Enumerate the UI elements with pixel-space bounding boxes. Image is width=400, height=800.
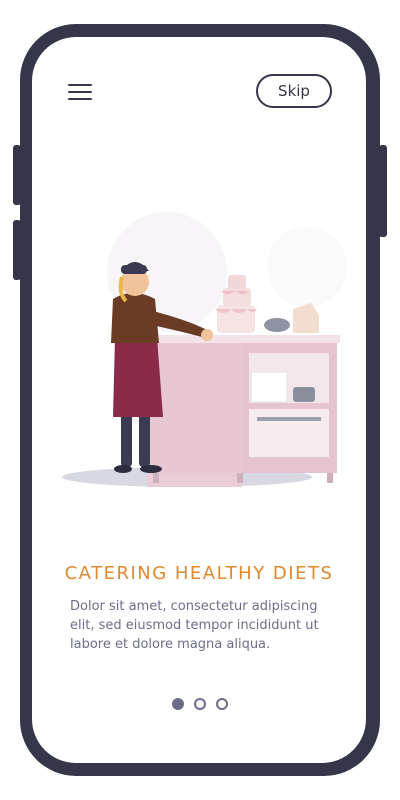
- onboarding-screen: Skip CATERING HEALTHY DIETS Dolor sit am…: [32, 37, 366, 763]
- page-dot-1[interactable]: [172, 698, 184, 710]
- page-dot-2[interactable]: [194, 698, 206, 710]
- power-button: [379, 145, 387, 237]
- onboarding-title: CATERING HEALTHY DIETS: [64, 563, 334, 584]
- chef-decorating-cake-illustration: [62, 212, 347, 487]
- pagination-dots: [172, 698, 232, 710]
- skip-button[interactable]: Skip: [256, 74, 332, 108]
- page-dot-3[interactable]: [216, 698, 228, 710]
- hamburger-menu-icon[interactable]: [68, 82, 94, 102]
- onboarding-description: Dolor sit amet, consectetur adipiscing e…: [70, 599, 319, 652]
